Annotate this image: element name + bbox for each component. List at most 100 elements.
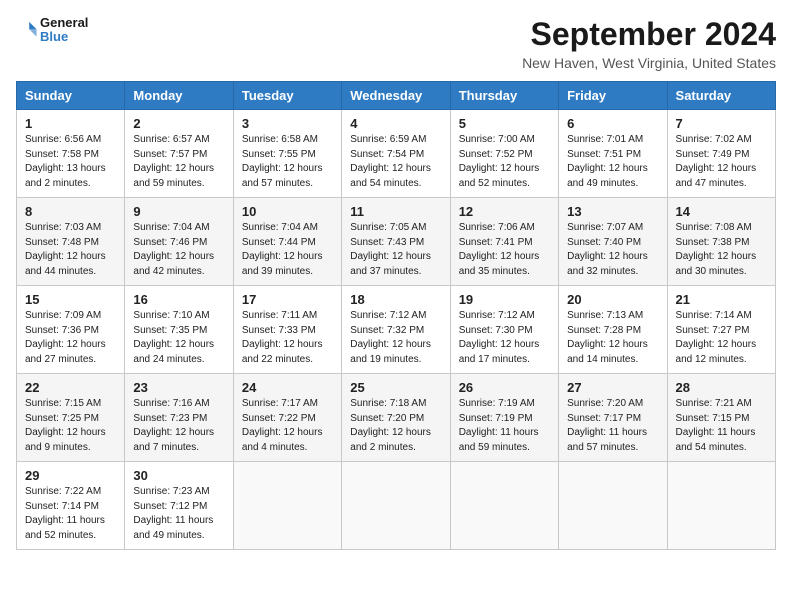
day-number: 24 [242,380,333,395]
day-info: Sunrise: 6:56 AM Sunset: 7:58 PM Dayligh… [25,133,116,191]
day-cell: 8 Sunrise: 7:03 AM Sunset: 7:48 PM Daylig… [17,198,125,286]
day-number: 11 [350,204,441,219]
day-info: Sunrise: 7:00 AM Sunset: 7:52 PM Dayligh… [459,133,550,191]
day-number: 21 [676,292,767,307]
day-cell: 6Sunrise: 7:01 AM Sunset: 7:51 PM Daylig… [559,110,667,198]
day-number: 1 [25,116,116,131]
day-cell: 20 Sunrise: 7:13 AM Sunset: 7:28 PM Dayli… [559,286,667,374]
day-number: 16 [133,292,224,307]
day-cell: 30 Sunrise: 7:23 AM Sunset: 7:12 PM Dayli… [125,462,233,550]
day-number: 28 [676,380,767,395]
day-info: Sunrise: 7:21 AM Sunset: 7:15 PM Dayligh… [676,397,767,455]
week-row-4: 22 Sunrise: 7:15 AM Sunset: 7:25 PM Dayli… [17,374,776,462]
day-cell: 15 Sunrise: 7:09 AM Sunset: 7:36 PM Dayli… [17,286,125,374]
logo-line2: Blue [40,30,88,44]
calendar-body: 1 Sunrise: 6:56 AM Sunset: 7:58 PM Daylig… [17,110,776,550]
day-cell: 26 Sunrise: 7:19 AM Sunset: 7:19 PM Dayli… [450,374,558,462]
week-row-5: 29Sunrise: 7:22 AM Sunset: 7:14 PM Dayli… [17,462,776,550]
day-cell: 28 Sunrise: 7:21 AM Sunset: 7:15 PM Dayli… [667,374,775,462]
day-cell: 23Sunrise: 7:16 AM Sunset: 7:23 PM Dayli… [125,374,233,462]
day-info: Sunrise: 7:23 AM Sunset: 7:12 PM Dayligh… [133,485,224,543]
day-cell [233,462,341,550]
header-cell-wednesday: Wednesday [342,82,450,110]
day-info: Sunrise: 7:16 AM Sunset: 7:23 PM Dayligh… [133,397,224,455]
calendar-subtitle: New Haven, West Virginia, United States [522,55,776,71]
day-number: 2 [133,116,224,131]
day-number: 12 [459,204,550,219]
day-cell [342,462,450,550]
day-number: 9 [133,204,224,219]
day-cell [667,462,775,550]
day-cell: 17Sunrise: 7:11 AM Sunset: 7:33 PM Dayli… [233,286,341,374]
day-info: Sunrise: 7:07 AM Sunset: 7:40 PM Dayligh… [567,221,658,279]
day-cell: 14 Sunrise: 7:08 AM Sunset: 7:38 PM Dayli… [667,198,775,286]
day-cell: 27 Sunrise: 7:20 AM Sunset: 7:17 PM Dayli… [559,374,667,462]
day-info: Sunrise: 6:57 AM Sunset: 7:57 PM Dayligh… [133,133,224,191]
day-cell: 22 Sunrise: 7:15 AM Sunset: 7:25 PM Dayli… [17,374,125,462]
day-number: 14 [676,204,767,219]
day-number: 4 [350,116,441,131]
day-number: 30 [133,468,224,483]
header-row: SundayMondayTuesdayWednesdayThursdayFrid… [17,82,776,110]
day-info: Sunrise: 7:12 AM Sunset: 7:32 PM Dayligh… [350,309,441,367]
day-number: 13 [567,204,658,219]
header-cell-thursday: Thursday [450,82,558,110]
logo-icon [16,19,38,41]
day-cell: 29Sunrise: 7:22 AM Sunset: 7:14 PM Dayli… [17,462,125,550]
day-info: Sunrise: 7:19 AM Sunset: 7:19 PM Dayligh… [459,397,550,455]
day-info: Sunrise: 7:08 AM Sunset: 7:38 PM Dayligh… [676,221,767,279]
day-info: Sunrise: 7:04 AM Sunset: 7:46 PM Dayligh… [133,221,224,279]
day-cell: 1 Sunrise: 6:56 AM Sunset: 7:58 PM Daylig… [17,110,125,198]
day-number: 10 [242,204,333,219]
day-cell: 18 Sunrise: 7:12 AM Sunset: 7:32 PM Dayli… [342,286,450,374]
day-cell [450,462,558,550]
day-number: 8 [25,204,116,219]
day-info: Sunrise: 7:03 AM Sunset: 7:48 PM Dayligh… [25,221,116,279]
day-cell [559,462,667,550]
day-cell: 12 Sunrise: 7:06 AM Sunset: 7:41 PM Dayli… [450,198,558,286]
day-info: Sunrise: 6:58 AM Sunset: 7:55 PM Dayligh… [242,133,333,191]
day-info: Sunrise: 7:04 AM Sunset: 7:44 PM Dayligh… [242,221,333,279]
header-cell-monday: Monday [125,82,233,110]
header-cell-friday: Friday [559,82,667,110]
day-number: 7 [676,116,767,131]
day-number: 20 [567,292,658,307]
day-number: 27 [567,380,658,395]
day-number: 3 [242,116,333,131]
week-row-2: 8 Sunrise: 7:03 AM Sunset: 7:48 PM Daylig… [17,198,776,286]
day-number: 17 [242,292,333,307]
day-info: Sunrise: 7:18 AM Sunset: 7:20 PM Dayligh… [350,397,441,455]
day-info: Sunrise: 7:15 AM Sunset: 7:25 PM Dayligh… [25,397,116,455]
day-info: Sunrise: 7:14 AM Sunset: 7:27 PM Dayligh… [676,309,767,367]
day-info: Sunrise: 7:01 AM Sunset: 7:51 PM Dayligh… [567,133,658,191]
day-info: Sunrise: 7:22 AM Sunset: 7:14 PM Dayligh… [25,485,116,543]
day-cell: 13 Sunrise: 7:07 AM Sunset: 7:40 PM Dayli… [559,198,667,286]
day-info: Sunrise: 7:20 AM Sunset: 7:17 PM Dayligh… [567,397,658,455]
day-number: 26 [459,380,550,395]
day-cell: 21 Sunrise: 7:14 AM Sunset: 7:27 PM Dayli… [667,286,775,374]
day-cell: 11 Sunrise: 7:05 AM Sunset: 7:43 PM Dayli… [342,198,450,286]
calendar-header: SundayMondayTuesdayWednesdayThursdayFrid… [17,82,776,110]
day-info: Sunrise: 7:06 AM Sunset: 7:41 PM Dayligh… [459,221,550,279]
day-cell: 19 Sunrise: 7:12 AM Sunset: 7:30 PM Dayli… [450,286,558,374]
header: General Blue September 2024 New Haven, W… [16,16,776,71]
day-number: 18 [350,292,441,307]
day-cell: 4 Sunrise: 6:59 AM Sunset: 7:54 PM Daylig… [342,110,450,198]
day-number: 25 [350,380,441,395]
day-info: Sunrise: 7:05 AM Sunset: 7:43 PM Dayligh… [350,221,441,279]
day-info: Sunrise: 7:02 AM Sunset: 7:49 PM Dayligh… [676,133,767,191]
logo: General Blue [16,16,88,45]
day-number: 15 [25,292,116,307]
day-info: Sunrise: 7:13 AM Sunset: 7:28 PM Dayligh… [567,309,658,367]
day-info: Sunrise: 6:59 AM Sunset: 7:54 PM Dayligh… [350,133,441,191]
day-cell: 9 Sunrise: 7:04 AM Sunset: 7:46 PM Daylig… [125,198,233,286]
header-cell-sunday: Sunday [17,82,125,110]
day-info: Sunrise: 7:10 AM Sunset: 7:35 PM Dayligh… [133,309,224,367]
day-info: Sunrise: 7:09 AM Sunset: 7:36 PM Dayligh… [25,309,116,367]
day-info: Sunrise: 7:12 AM Sunset: 7:30 PM Dayligh… [459,309,550,367]
day-number: 5 [459,116,550,131]
day-number: 22 [25,380,116,395]
calendar-table: SundayMondayTuesdayWednesdayThursdayFrid… [16,81,776,550]
day-cell: 10 Sunrise: 7:04 AM Sunset: 7:44 PM Dayli… [233,198,341,286]
day-number: 19 [459,292,550,307]
